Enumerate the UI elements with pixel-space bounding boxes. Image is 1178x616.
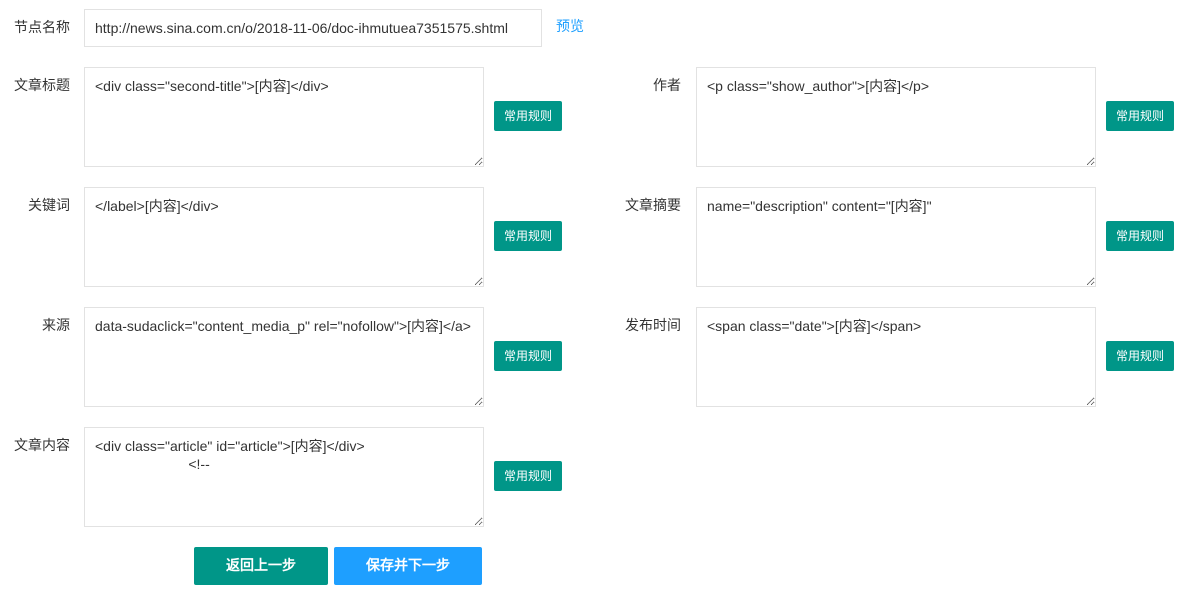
source-label: 来源 (42, 318, 70, 334)
source-rule-textarea[interactable]: data-sudaclick="content_media_p" rel="no… (84, 307, 484, 407)
title-common-rules-button[interactable]: 常用规则 (494, 101, 562, 131)
title-label: 文章标题 (14, 78, 70, 94)
content-label: 文章内容 (14, 438, 70, 454)
keywords-label: 关键词 (28, 198, 70, 214)
summary-label: 文章摘要 (625, 198, 681, 214)
content-common-rules-button[interactable]: 常用规则 (494, 461, 562, 491)
author-rule-textarea[interactable]: <p class="show_author">[内容]</p> (696, 67, 1096, 167)
author-label: 作者 (653, 78, 681, 94)
summary-common-rules-button[interactable]: 常用规则 (1106, 221, 1174, 251)
title-rule-textarea[interactable]: <div class="second-title">[内容]</div> (84, 67, 484, 167)
keywords-common-rules-button[interactable]: 常用规则 (494, 221, 562, 251)
keywords-rule-textarea[interactable]: </label>[内容]</div> (84, 187, 484, 287)
node-url-input[interactable] (84, 9, 542, 47)
preview-link[interactable]: 预览 (556, 19, 584, 35)
pubtime-rule-textarea[interactable]: <span class="date">[内容]</span> (696, 307, 1096, 407)
save-next-button[interactable]: 保存并下一步 (334, 547, 482, 585)
pubtime-label: 发布时间 (625, 318, 681, 334)
back-button[interactable]: 返回上一步 (194, 547, 328, 585)
node-name-label: 节点名称 (14, 20, 70, 36)
source-common-rules-button[interactable]: 常用规则 (494, 341, 562, 371)
summary-rule-textarea[interactable]: name="description" content="[内容]" (696, 187, 1096, 287)
content-rule-textarea[interactable]: <div class="article" id="article">[内容]</… (84, 427, 484, 527)
author-common-rules-button[interactable]: 常用规则 (1106, 101, 1174, 131)
pubtime-common-rules-button[interactable]: 常用规则 (1106, 341, 1174, 371)
